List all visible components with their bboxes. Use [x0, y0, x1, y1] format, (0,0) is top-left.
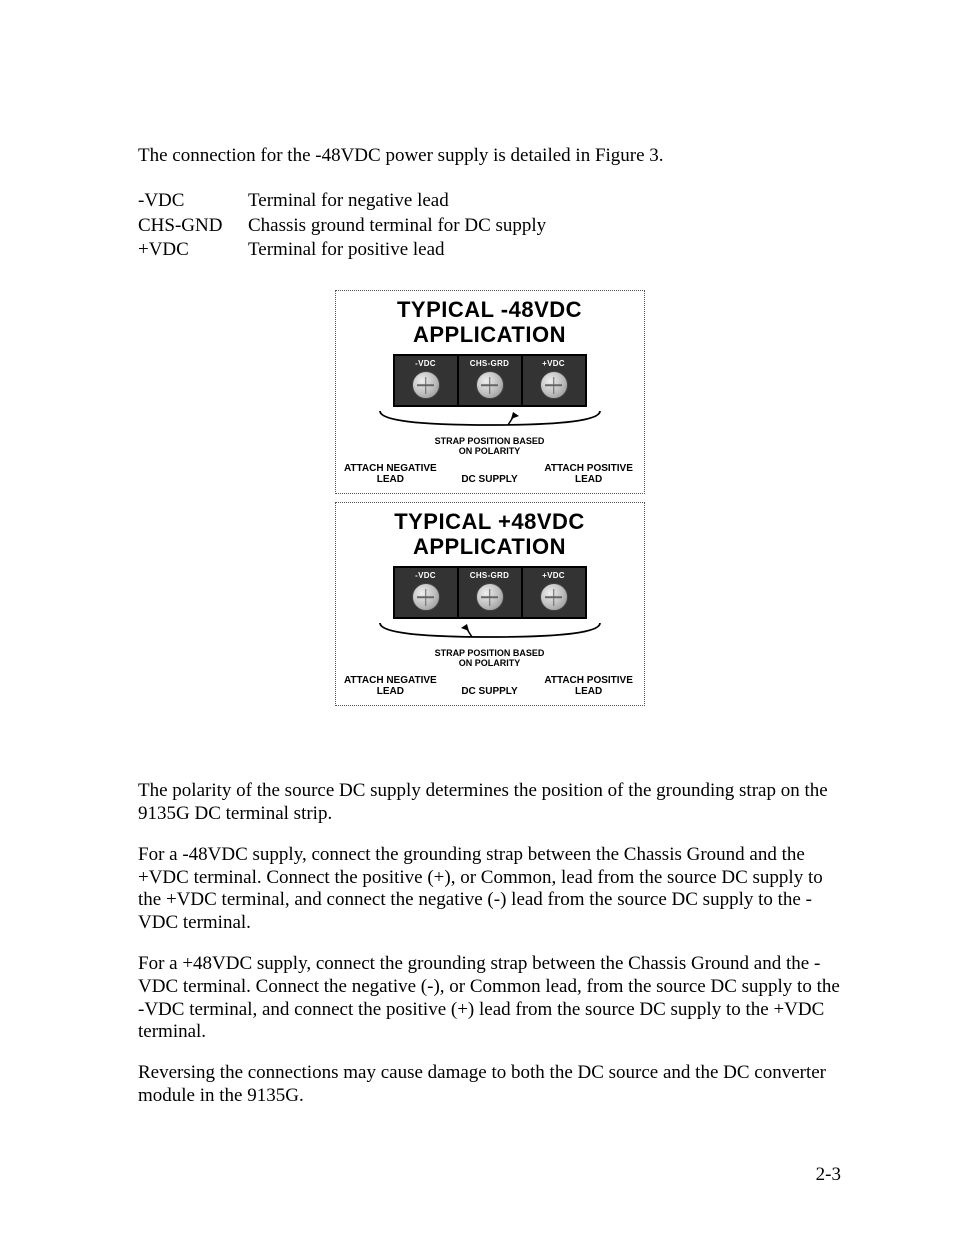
attach-negative-label: ATTACH NEGATIVE LEAD	[342, 463, 440, 485]
figure-bottom-row: ATTACH NEGATIVE LEAD DC SUPPLY ATTACH PO…	[342, 675, 638, 697]
figure: TYPICAL -48VDC APPLICATION -VDC CHS-GRD …	[335, 290, 645, 714]
figure-title: TYPICAL -48VDC APPLICATION	[342, 297, 638, 348]
screw-icon	[540, 371, 568, 399]
terminal-label: -VDC	[415, 571, 436, 581]
intro-paragraph: The connection for the -48VDC power supp…	[138, 145, 841, 168]
attach-negative-label: ATTACH NEGATIVE LEAD	[342, 675, 440, 697]
page-number: 2-3	[816, 1164, 841, 1187]
terminal-chs-grd: CHS-GRD	[459, 356, 523, 406]
terminal-pos-vdc: +VDC	[523, 568, 585, 618]
strap-note-line1: STRAP POSITION BASED	[435, 436, 545, 446]
terminal-label: -VDC	[415, 359, 436, 369]
text-line: LEAD	[575, 474, 602, 485]
def-term: +VDC	[138, 239, 248, 262]
screw-icon	[476, 371, 504, 399]
terminal-chs-grd: CHS-GRD	[459, 568, 523, 618]
figure-title-line1: TYPICAL -48VDC	[397, 297, 582, 322]
figure-title-line2: APPLICATION	[413, 322, 566, 347]
figure-title-line1: TYPICAL +48VDC	[394, 509, 585, 534]
def-desc: Terminal for negative lead	[248, 190, 841, 213]
strap-note-line2: ON POLARITY	[459, 658, 521, 668]
body-paragraph: For a +48VDC supply, connect the groundi…	[138, 953, 841, 1044]
text-line: ATTACH NEGATIVE	[344, 675, 437, 686]
figure-container: TYPICAL -48VDC APPLICATION -VDC CHS-GRD …	[138, 290, 841, 714]
screw-icon	[412, 583, 440, 611]
text-line: LEAD	[575, 686, 602, 697]
attach-positive-label: ATTACH POSITIVE LEAD	[540, 463, 638, 485]
text-line: LEAD	[377, 474, 404, 485]
text-line: ATTACH POSITIVE	[544, 463, 633, 474]
dc-supply-label: DC SUPPLY	[441, 686, 539, 697]
strap-bracket-icon	[360, 621, 620, 643]
def-desc: Terminal for positive lead	[248, 239, 841, 262]
figure-title-line2: APPLICATION	[413, 534, 566, 559]
terminal-pos-vdc: +VDC	[523, 356, 585, 406]
body-paragraph: The polarity of the source DC supply det…	[138, 780, 841, 826]
terminal-label: CHS-GRD	[470, 359, 509, 369]
strap-bracket-icon	[360, 409, 620, 431]
screw-icon	[540, 583, 568, 611]
document-page: The connection for the -48VDC power supp…	[0, 0, 954, 1235]
body-paragraph: Reversing the connections may cause dama…	[138, 1062, 841, 1108]
strap-note-line1: STRAP POSITION BASED	[435, 648, 545, 658]
text-line: LEAD	[377, 686, 404, 697]
figure-bottom-row: ATTACH NEGATIVE LEAD DC SUPPLY ATTACH PO…	[342, 463, 638, 485]
def-desc: Chassis ground terminal for DC supply	[248, 215, 841, 238]
def-term: CHS-GND	[138, 215, 248, 238]
figure-block-pos48: TYPICAL +48VDC APPLICATION -VDC CHS-GRD …	[335, 502, 645, 706]
screw-icon	[412, 371, 440, 399]
strap-note: STRAP POSITION BASED ON POLARITY	[342, 649, 638, 669]
terminal-strip: -VDC CHS-GRD +VDC	[393, 354, 587, 408]
terminal-neg-vdc: -VDC	[395, 356, 459, 406]
figure-block-neg48: TYPICAL -48VDC APPLICATION -VDC CHS-GRD …	[335, 290, 645, 494]
terminal-label: +VDC	[542, 359, 565, 369]
def-term: -VDC	[138, 190, 248, 213]
text-line: ATTACH POSITIVE	[544, 675, 633, 686]
terminal-strip: -VDC CHS-GRD +VDC	[393, 566, 587, 620]
terminal-label: +VDC	[542, 571, 565, 581]
attach-positive-label: ATTACH POSITIVE LEAD	[540, 675, 638, 697]
figure-title: TYPICAL +48VDC APPLICATION	[342, 509, 638, 560]
dc-supply-label: DC SUPPLY	[441, 474, 539, 485]
text-line: ATTACH NEGATIVE	[344, 463, 437, 474]
screw-icon	[476, 583, 504, 611]
body-paragraph: For a -48VDC supply, connect the groundi…	[138, 844, 841, 935]
strap-note: STRAP POSITION BASED ON POLARITY	[342, 437, 638, 457]
terminal-neg-vdc: -VDC	[395, 568, 459, 618]
definition-list: -VDC Terminal for negative lead CHS-GND …	[138, 190, 841, 262]
terminal-label: CHS-GRD	[470, 571, 509, 581]
strap-note-line2: ON POLARITY	[459, 446, 521, 456]
